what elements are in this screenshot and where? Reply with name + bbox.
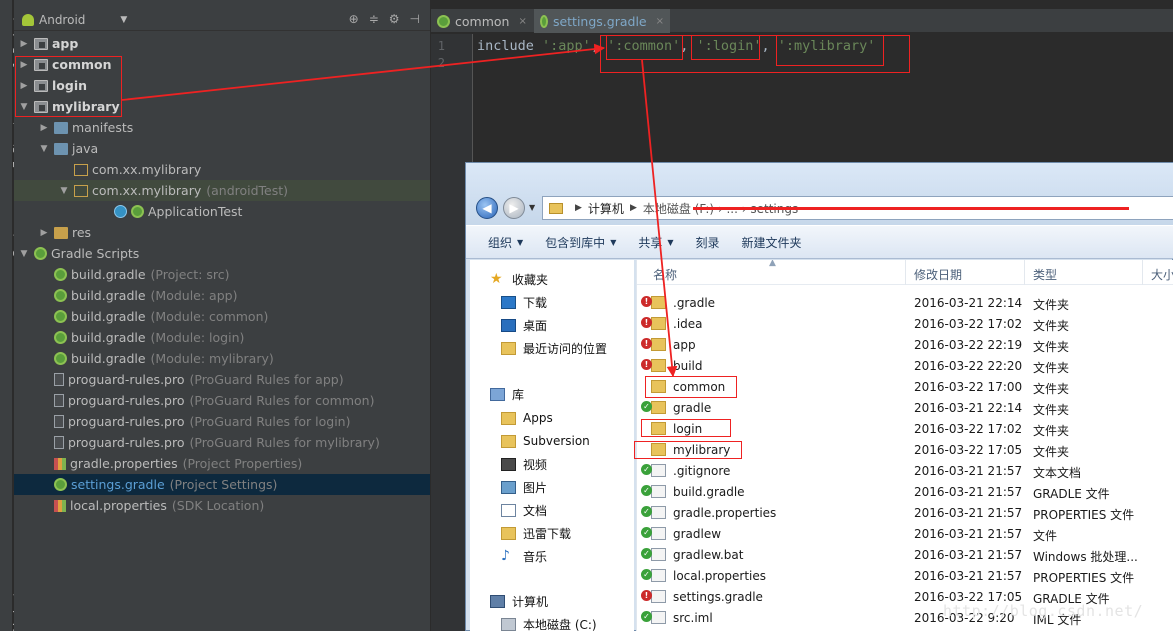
watermark: http://blog.csdn.net/ (943, 602, 1144, 620)
annotation-arrows (121, 43, 678, 378)
